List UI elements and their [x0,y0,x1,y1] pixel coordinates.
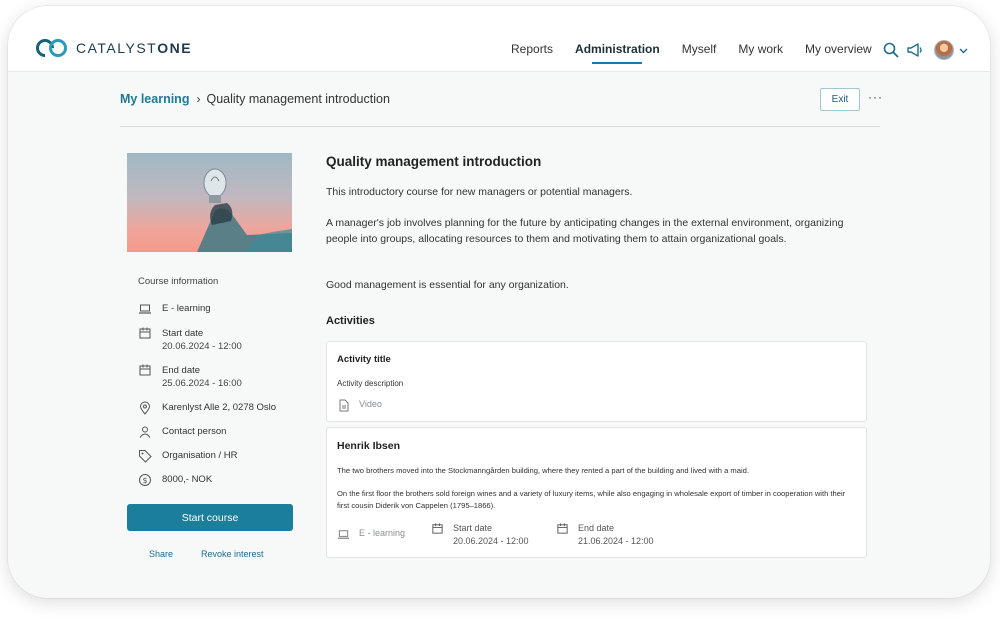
tag-icon [138,449,152,463]
search-icon[interactable] [882,41,900,59]
activity-end-date: End date 21.06.2024 - 12:00 [556,522,654,548]
end-date-label: End date [162,365,201,376]
end-date-label: End date [578,523,615,533]
nav-icons [882,40,968,60]
activity-start-date: Start date 20.06.2024 - 12:00 [431,522,529,548]
price-value: 8000,- NOK [162,474,213,485]
course-title: Quality management introduction [326,154,542,169]
info-organisation: Organisation / HR [138,450,238,463]
calendar-icon [556,522,569,535]
laptop-icon [138,302,152,316]
activity-type-value: Video [359,399,382,409]
info-end-date: End date 25.06.2024 - 16:00 [138,364,242,390]
exit-button[interactable]: Exit [820,88,860,111]
currency-icon: $ [138,473,152,487]
end-date-value: 25.06.2024 - 16:00 [162,378,242,389]
activity-card[interactable]: Activity title Activity description Vide… [326,341,867,422]
nav-myself[interactable]: Myself [682,42,717,56]
nav-reports[interactable]: Reports [511,42,553,56]
app-window: CATALYSTONE Reports Administration Mysel… [8,6,990,598]
revoke-interest-link[interactable]: Revoke interest [201,549,264,559]
activity-type-value: E - learning [359,528,406,538]
chevron-down-icon[interactable] [959,41,968,59]
info-type: E - learning [138,303,211,316]
activity-title: Activity title [337,354,391,365]
activity-card[interactable]: Henrik Ibsen The two brothers moved into… [326,427,867,558]
activity-text: On the first floor the brothers sold for… [337,489,846,510]
avatar[interactable] [934,40,954,60]
breadcrumb: My learning › Quality management introdu… [120,92,390,106]
location-value: Karenlyst Alle 2, 0278 Oslo [162,402,277,413]
nav-administration[interactable]: Administration [575,42,660,64]
activity-text: The two brothers moved into the Stockman… [337,466,749,475]
logo-mark-icon [32,35,70,61]
activity-description: Activity description [337,379,404,388]
calendar-icon [138,326,152,340]
course-image [127,153,292,252]
info-type-value: E - learning [162,303,211,314]
start-date-label: Start date [162,328,204,339]
start-date-value: 20.06.2024 - 12:00 [162,341,242,352]
start-course-button[interactable]: Start course [127,504,293,531]
nav-my-work[interactable]: My work [738,42,783,56]
megaphone-icon[interactable] [906,41,924,59]
more-options-icon[interactable]: ··· [868,90,883,104]
main-nav: Reports Administration Myself My work My… [511,42,894,64]
info-start-date: Start date 20.06.2024 - 12:00 [138,327,242,353]
calendar-icon [138,363,152,377]
start-date-value: 20.06.2024 - 12:00 [453,536,529,546]
breadcrumb-my-learning[interactable]: My learning [120,92,189,106]
info-price: $ 8000,- NOK [138,474,212,487]
catalystone-logo[interactable]: CATALYSTONE [32,35,193,61]
activity-type: E - learning [337,528,405,541]
course-description: A manager's job involves planning for th… [326,217,844,245]
contact-person-link[interactable]: Contact person [162,426,226,437]
end-date-value: 21.06.2024 - 12:00 [578,536,654,546]
logo-text: CATALYSTONE [76,40,193,56]
course-intro: This introductory course for new manager… [326,186,633,198]
course-closing: Good management is essential for any org… [326,279,569,291]
location-pin-icon [138,401,152,415]
organisation-value: Organisation / HR [162,450,238,461]
course-info-title: Course information [138,276,219,287]
nav-my-overview[interactable]: My overview [805,42,872,56]
activities-heading: Activities [326,315,375,327]
info-location: Karenlyst Alle 2, 0278 Oslo [138,401,277,415]
breadcrumb-current: Quality management introduction [206,92,390,106]
start-date-label: Start date [453,523,493,533]
breadcrumb-separator-icon: › [196,92,201,106]
activity-type: Video [337,399,382,412]
laptop-icon [337,528,350,541]
share-link[interactable]: Share [149,549,173,559]
calendar-icon [431,522,444,535]
person-icon [138,425,152,439]
document-icon [337,399,350,412]
svg-text:$: $ [142,476,147,485]
info-contact: Contact person [138,426,226,439]
activity-title: Henrik Ibsen [337,440,401,452]
top-navigation: CATALYSTONE Reports Administration Mysel… [8,6,990,72]
divider [120,126,880,127]
